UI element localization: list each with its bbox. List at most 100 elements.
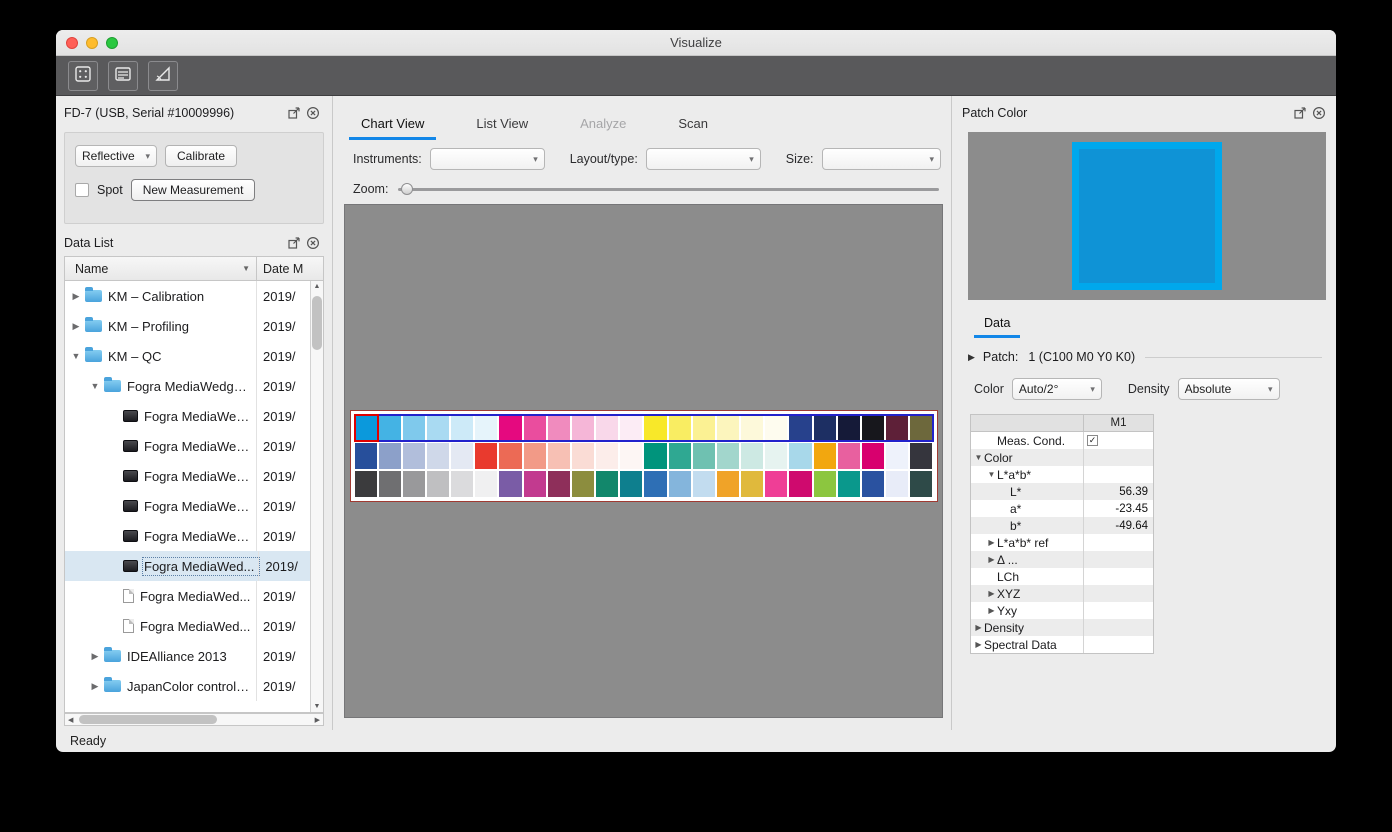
patch-disclosure-icon[interactable]: ▶ <box>968 352 975 363</box>
horizontal-scroll-thumb[interactable] <box>79 715 217 724</box>
measurement-mode-select[interactable]: Reflective ▾ <box>75 145 157 167</box>
float-panel-icon[interactable] <box>1293 106 1307 120</box>
tab-data[interactable]: Data <box>978 316 1016 338</box>
color-patch[interactable] <box>693 443 715 469</box>
patch-data-row[interactable]: b*-49.64 <box>971 517 1153 534</box>
new-measurement-button[interactable]: New Measurement <box>131 179 256 201</box>
color-patch[interactable] <box>620 443 642 469</box>
color-patch[interactable] <box>789 471 811 497</box>
zoom-slider[interactable] <box>398 188 939 191</box>
color-patch[interactable] <box>451 415 473 441</box>
color-patch[interactable] <box>765 415 787 441</box>
meas-cond-checkbox[interactable]: ✓ <box>1087 435 1098 446</box>
expand-arrow-icon[interactable]: ▶ <box>88 681 102 692</box>
tab-scan[interactable]: Scan <box>674 108 712 140</box>
color-patch[interactable] <box>620 471 642 497</box>
data-list-row[interactable]: Fogra MediaWed...2019/ <box>65 581 310 611</box>
color-patch[interactable] <box>765 443 787 469</box>
color-patch[interactable] <box>838 443 860 469</box>
color-patch[interactable] <box>475 443 497 469</box>
instrument-window-button[interactable] <box>68 61 98 91</box>
color-patch[interactable] <box>741 443 763 469</box>
calibrate-button[interactable]: Calibrate <box>165 145 237 167</box>
color-patch[interactable] <box>379 443 401 469</box>
color-patch[interactable] <box>379 415 401 441</box>
data-list-row[interactable]: Fogra MediaWed...2019/ <box>65 521 310 551</box>
patch-data-row[interactable]: ▶L*a*b* ref <box>971 534 1153 551</box>
expand-arrow-icon[interactable]: ▶ <box>986 538 997 547</box>
collapse-arrow-icon[interactable]: ▼ <box>69 351 83 361</box>
color-patch[interactable] <box>548 443 570 469</box>
color-patch[interactable] <box>499 415 521 441</box>
color-patch[interactable] <box>403 443 425 469</box>
color-patch[interactable] <box>741 415 763 441</box>
color-patch[interactable] <box>620 415 642 441</box>
data-list-row[interactable]: ▶JapanColor control s...2019/ <box>65 671 310 701</box>
color-patch[interactable] <box>717 415 739 441</box>
color-patch[interactable] <box>910 415 932 441</box>
patch-data-row[interactable]: Meas. Cond.✓ <box>971 432 1153 449</box>
patch-data-row[interactable]: a*-23.45 <box>971 500 1153 517</box>
color-patch[interactable] <box>693 471 715 497</box>
color-patch[interactable] <box>596 443 618 469</box>
patch-data-row[interactable]: ▶XYZ <box>971 585 1153 602</box>
color-patch[interactable] <box>814 443 836 469</box>
data-list-row[interactable]: Fogra MediaWed...2019/ <box>65 401 310 431</box>
color-patch[interactable] <box>717 443 739 469</box>
color-patch[interactable] <box>427 471 449 497</box>
color-patch[interactable] <box>669 471 691 497</box>
color-patch[interactable] <box>451 471 473 497</box>
collapse-arrow-icon[interactable]: ▼ <box>88 381 102 391</box>
instruments-select[interactable]: ▾ <box>430 148 545 170</box>
date-column-header[interactable]: Date M <box>256 257 323 280</box>
color-patch[interactable] <box>379 471 401 497</box>
color-patch[interactable] <box>669 443 691 469</box>
color-patch[interactable] <box>693 415 715 441</box>
color-patch[interactable] <box>524 415 546 441</box>
expand-arrow-icon[interactable]: ▶ <box>986 555 997 564</box>
color-patch[interactable] <box>862 415 884 441</box>
data-list-row[interactable]: ▼Fogra MediaWedge ...2019/ <box>65 371 310 401</box>
patch-data-row[interactable]: LCh <box>971 568 1153 585</box>
scroll-up-icon[interactable]: ▲ <box>311 283 323 290</box>
data-list-row[interactable]: ▶KM – Calibration2019/ <box>65 281 310 311</box>
close-window-button[interactable] <box>66 37 78 49</box>
expand-arrow-icon[interactable]: ▶ <box>986 606 997 615</box>
expand-arrow-icon[interactable]: ▶ <box>88 651 102 662</box>
color-patch[interactable] <box>572 471 594 497</box>
expand-arrow-icon[interactable]: ▶ <box>69 321 83 332</box>
color-patch[interactable] <box>427 443 449 469</box>
name-column-header[interactable]: Name ▼ <box>65 257 256 280</box>
color-patch[interactable] <box>548 471 570 497</box>
expand-arrow-icon[interactable]: ▶ <box>973 623 984 632</box>
color-patch[interactable] <box>838 415 860 441</box>
expand-arrow-icon[interactable]: ▶ <box>973 640 984 649</box>
color-patch[interactable] <box>717 471 739 497</box>
color-patch[interactable] <box>355 443 377 469</box>
scroll-down-icon[interactable]: ▼ <box>311 703 323 710</box>
color-patch[interactable] <box>910 443 932 469</box>
data-list-horizontal-scrollbar[interactable]: ◀ ▶ <box>64 713 324 726</box>
vertical-scroll-thumb[interactable] <box>312 296 322 350</box>
float-panel-icon[interactable] <box>287 106 301 120</box>
color-patch[interactable] <box>789 415 811 441</box>
collapse-arrow-icon[interactable]: ▼ <box>973 453 984 462</box>
color-patch[interactable] <box>669 415 691 441</box>
patch-data-row[interactable]: L*56.39 <box>971 483 1153 500</box>
color-patch[interactable] <box>596 471 618 497</box>
layout-type-select[interactable]: ▾ <box>646 148 761 170</box>
density-mode-select[interactable]: Absolute ▾ <box>1178 378 1280 400</box>
patch-data-row[interactable]: ▶Spectral Data <box>971 636 1153 653</box>
color-patch[interactable] <box>741 471 763 497</box>
color-patch[interactable] <box>475 415 497 441</box>
data-list-row[interactable]: Fogra MediaWed...2019/ <box>65 461 310 491</box>
color-patch[interactable] <box>910 471 932 497</box>
color-patch[interactable] <box>644 415 666 441</box>
tab-chart-view[interactable]: Chart View <box>357 108 428 140</box>
spot-checkbox[interactable] <box>75 183 89 197</box>
color-patch[interactable] <box>814 415 836 441</box>
data-list-vertical-scrollbar[interactable]: ▲ ▼ <box>310 281 323 712</box>
color-patch[interactable] <box>572 443 594 469</box>
patch-data-row[interactable]: ▶Density <box>971 619 1153 636</box>
color-patch[interactable] <box>427 415 449 441</box>
